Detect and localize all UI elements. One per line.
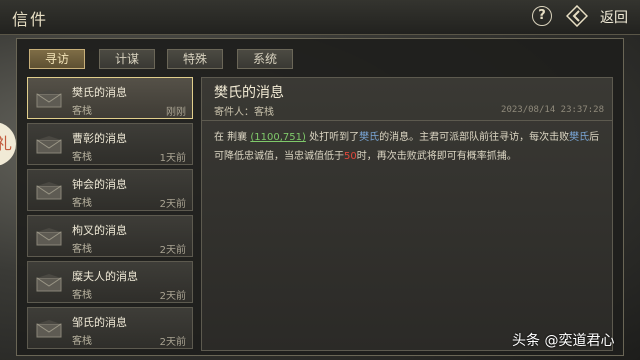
message-item[interactable]: 樊氏的消息 客栈 刚刚	[27, 77, 193, 119]
help-button[interactable]: ?	[532, 6, 552, 26]
message-sender: 客栈	[72, 244, 92, 255]
message-time: 1天前	[159, 153, 186, 164]
message-time: 2天前	[159, 245, 186, 256]
body-text: 处打听到了	[305, 132, 360, 143]
tab-special[interactable]: 特殊	[167, 49, 223, 69]
message-sender: 客栈	[72, 198, 92, 209]
message-item[interactable]: 邹氏的消息 客栈 2天前	[27, 307, 193, 349]
message-time: 2天前	[159, 199, 186, 210]
message-title: 曹彰的消息	[72, 132, 127, 145]
general-name: 樊氏	[359, 132, 380, 143]
message-sender: 客栈	[72, 336, 92, 347]
detail-sender: 寄件人：客栈	[214, 107, 274, 118]
body-text: 在 荆襄	[214, 132, 251, 143]
body-text: 时，再次击败武将即可有概率抓捕。	[356, 151, 517, 162]
message-time: 2天前	[159, 337, 186, 348]
detail-date: 2023/08/14 23:37:28	[501, 105, 604, 115]
page-title: 信件	[12, 10, 49, 29]
location-link[interactable]: (1100,751)	[250, 132, 306, 143]
message-item[interactable]: 糜夫人的消息 客栈 2天前	[27, 261, 193, 303]
watermark: 头条 @奕道君心	[512, 333, 615, 349]
detail-body: 在 荆襄 (1100,751) 处打听到了樊氏的消息。主君可派部队前往寻访，每次…	[214, 128, 602, 166]
message-sender: 客栈	[72, 290, 92, 301]
message-item[interactable]: 钟会的消息 客栈 2天前	[27, 169, 193, 211]
message-detail: 樊氏的消息 寄件人：客栈 2023/08/14 23:37:28 在 荆襄 (1…	[201, 77, 613, 351]
envelope-icon	[36, 90, 62, 108]
detail-header: 樊氏的消息 寄件人：客栈 2023/08/14 23:37:28	[202, 78, 612, 121]
body-text: 的消息。主君可派部队前往寻访，每次击败	[379, 132, 570, 143]
message-title: 枸叉的消息	[72, 224, 127, 237]
general-name: 樊氏	[569, 132, 590, 143]
message-title: 樊氏的消息	[72, 86, 127, 99]
message-sender: 客栈	[72, 106, 92, 117]
message-time: 刚刚	[166, 107, 186, 118]
tab-strategy[interactable]: 计谋	[99, 49, 155, 69]
message-title: 钟会的消息	[72, 178, 127, 191]
mail-panel: 寻访 计谋 特殊 系统 樊氏的消息 客栈 刚刚 曹彰的消息 客栈 1天前 钟会的…	[16, 38, 624, 356]
tab-system[interactable]: 系统	[237, 49, 293, 69]
message-title: 糜夫人的消息	[72, 270, 138, 283]
message-title: 邹氏的消息	[72, 316, 127, 329]
back-arrow-icon	[566, 5, 588, 27]
envelope-icon	[36, 228, 62, 246]
message-sender: 客栈	[72, 152, 92, 163]
envelope-icon	[36, 274, 62, 292]
message-item[interactable]: 曹彰的消息 客栈 1天前	[27, 123, 193, 165]
back-label: 返回	[600, 10, 628, 26]
back-button[interactable]: 返回	[566, 4, 632, 28]
tab-visit[interactable]: 寻访	[29, 49, 85, 69]
envelope-icon	[36, 136, 62, 154]
message-time: 2天前	[159, 291, 186, 302]
detail-title: 樊氏的消息	[214, 85, 284, 101]
envelope-icon	[36, 320, 62, 338]
message-item[interactable]: 枸叉的消息 客栈 2天前	[27, 215, 193, 257]
envelope-icon	[36, 182, 62, 200]
loyalty-threshold: 50	[344, 151, 357, 162]
side-event-badge[interactable]: 礼	[0, 122, 16, 166]
top-bar: 信件 ? 返回	[0, 0, 640, 35]
